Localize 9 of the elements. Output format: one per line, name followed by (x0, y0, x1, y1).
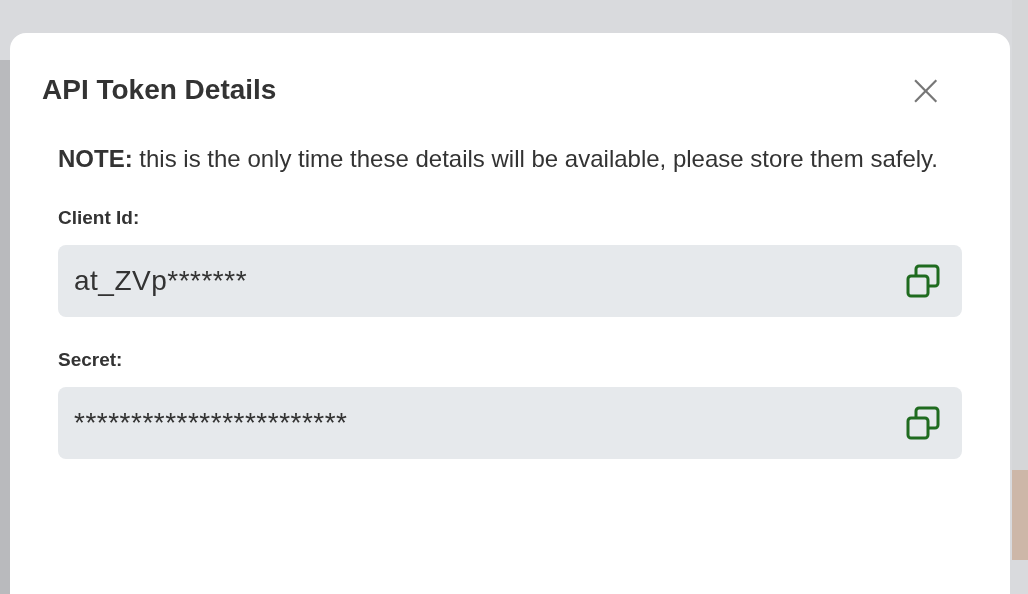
dialog-title: API Token Details (42, 74, 277, 106)
input-field[interactable]: at_ZVp******* (58, 245, 962, 317)
copy-icon[interactable] (906, 264, 940, 298)
note-text: NOTE: this is the only time these details will be available, please store them safely. (58, 144, 939, 174)
copy-icon[interactable] (906, 406, 940, 440)
field-label: Client Id: (58, 207, 141, 229)
field-label: Secret: (58, 349, 124, 371)
input-field[interactable]: ************************ (58, 387, 962, 459)
close-button[interactable]: × (907, 68, 962, 112)
